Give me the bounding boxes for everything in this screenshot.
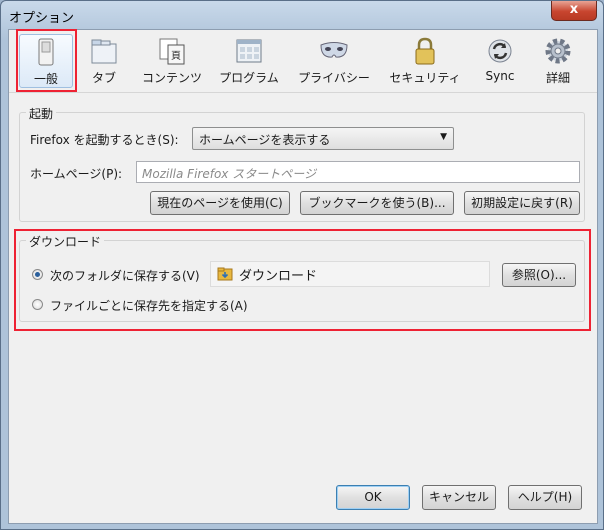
use-current-page-button[interactable]: 現在のページを使用(C) <box>150 191 290 215</box>
homepage-input[interactable]: Mozilla Firefox スタートページ <box>136 161 580 183</box>
pane-sync[interactable]: Sync <box>475 34 525 88</box>
download-folder-name: ダウンロード <box>239 269 318 284</box>
download-folder-field: ダウンロード <box>210 261 490 287</box>
when-starts-value: ホームページを表示する <box>199 133 331 147</box>
tabs-window-icon <box>91 39 117 64</box>
pane-label: タブ <box>91 71 116 85</box>
pane-label: コンテンツ <box>141 71 202 85</box>
pane-label: 詳細 <box>545 71 570 85</box>
advanced-gear-icon <box>545 38 571 64</box>
use-bookmark-button[interactable]: ブックマークを使う(B)... <box>300 191 454 215</box>
downloads-group: ダウンロード 次のフォルダに保存する(V) ダウンロード 参照(O)... ファ… <box>19 233 585 322</box>
help-button[interactable]: ヘルプ(H) <box>508 485 582 510</box>
pane-label: プログラム <box>219 71 279 85</box>
cancel-button[interactable]: キャンセル <box>422 485 496 510</box>
pane-tabs[interactable]: タブ <box>79 34 129 88</box>
privacy-mask-icon <box>320 42 348 58</box>
pane-label: セキュリティ <box>389 71 461 85</box>
options-window: オプション x 一般 タブ 頁 コンテンツ プログラム プライバシー セキュリテ… <box>0 0 604 530</box>
window-title: オプション <box>9 11 75 26</box>
content-page-icon: 頁 <box>159 38 185 65</box>
pane-content[interactable]: 頁 コンテンツ <box>137 34 207 88</box>
security-lock-icon <box>415 37 435 65</box>
pane-security[interactable]: セキュリティ <box>384 34 466 88</box>
when-starts-select[interactable]: ホームページを表示する ▼ <box>192 127 454 150</box>
pane-advanced[interactable]: 詳細 <box>533 34 583 88</box>
save-to-folder-label: 次のフォルダに保存する(V) <box>50 269 200 283</box>
save-to-folder-radio[interactable] <box>32 269 43 280</box>
startup-group-title: 起動 <box>26 105 57 122</box>
restore-default-button[interactable]: 初期設定に戻す(R) <box>464 191 580 215</box>
folder-icon <box>217 267 233 281</box>
applications-window-icon <box>236 39 262 63</box>
browse-button[interactable]: 参照(O)... <box>502 263 576 287</box>
pane-privacy[interactable]: プライバシー <box>293 34 375 88</box>
pane-label: Sync <box>485 69 515 83</box>
dropdown-arrow-icon: ▼ <box>440 132 447 142</box>
always-ask-radio[interactable] <box>32 299 43 310</box>
sync-arrows-icon <box>488 39 512 63</box>
downloads-group-title: ダウンロード <box>26 233 105 250</box>
startup-group: 起動 Firefox を起動するとき(S): ホームページを表示する ▼ ホーム… <box>19 105 585 222</box>
title-bar[interactable]: オプション x <box>1 1 603 29</box>
always-ask-label: ファイルごとに保存先を指定する(A) <box>50 299 248 313</box>
general-switch-icon <box>38 38 54 66</box>
ok-button[interactable]: OK <box>336 485 410 510</box>
pane-label: プライバシー <box>298 71 370 85</box>
dialog-client-area: 一般 タブ 頁 コンテンツ プログラム プライバシー セキュリティ Sync 詳… <box>8 29 598 524</box>
pane-applications[interactable]: プログラム <box>213 34 285 88</box>
pane-toolbar: 一般 タブ 頁 コンテンツ プログラム プライバシー セキュリティ Sync 詳… <box>9 30 597 93</box>
close-button[interactable]: x <box>551 1 597 21</box>
homepage-label: ホームページ(P): <box>30 167 123 181</box>
pane-general[interactable]: 一般 <box>19 34 73 88</box>
when-starts-label: Firefox を起動するとき(S): <box>30 133 179 147</box>
pane-label: 一般 <box>33 72 58 86</box>
svg-text:頁: 頁 <box>171 50 181 62</box>
